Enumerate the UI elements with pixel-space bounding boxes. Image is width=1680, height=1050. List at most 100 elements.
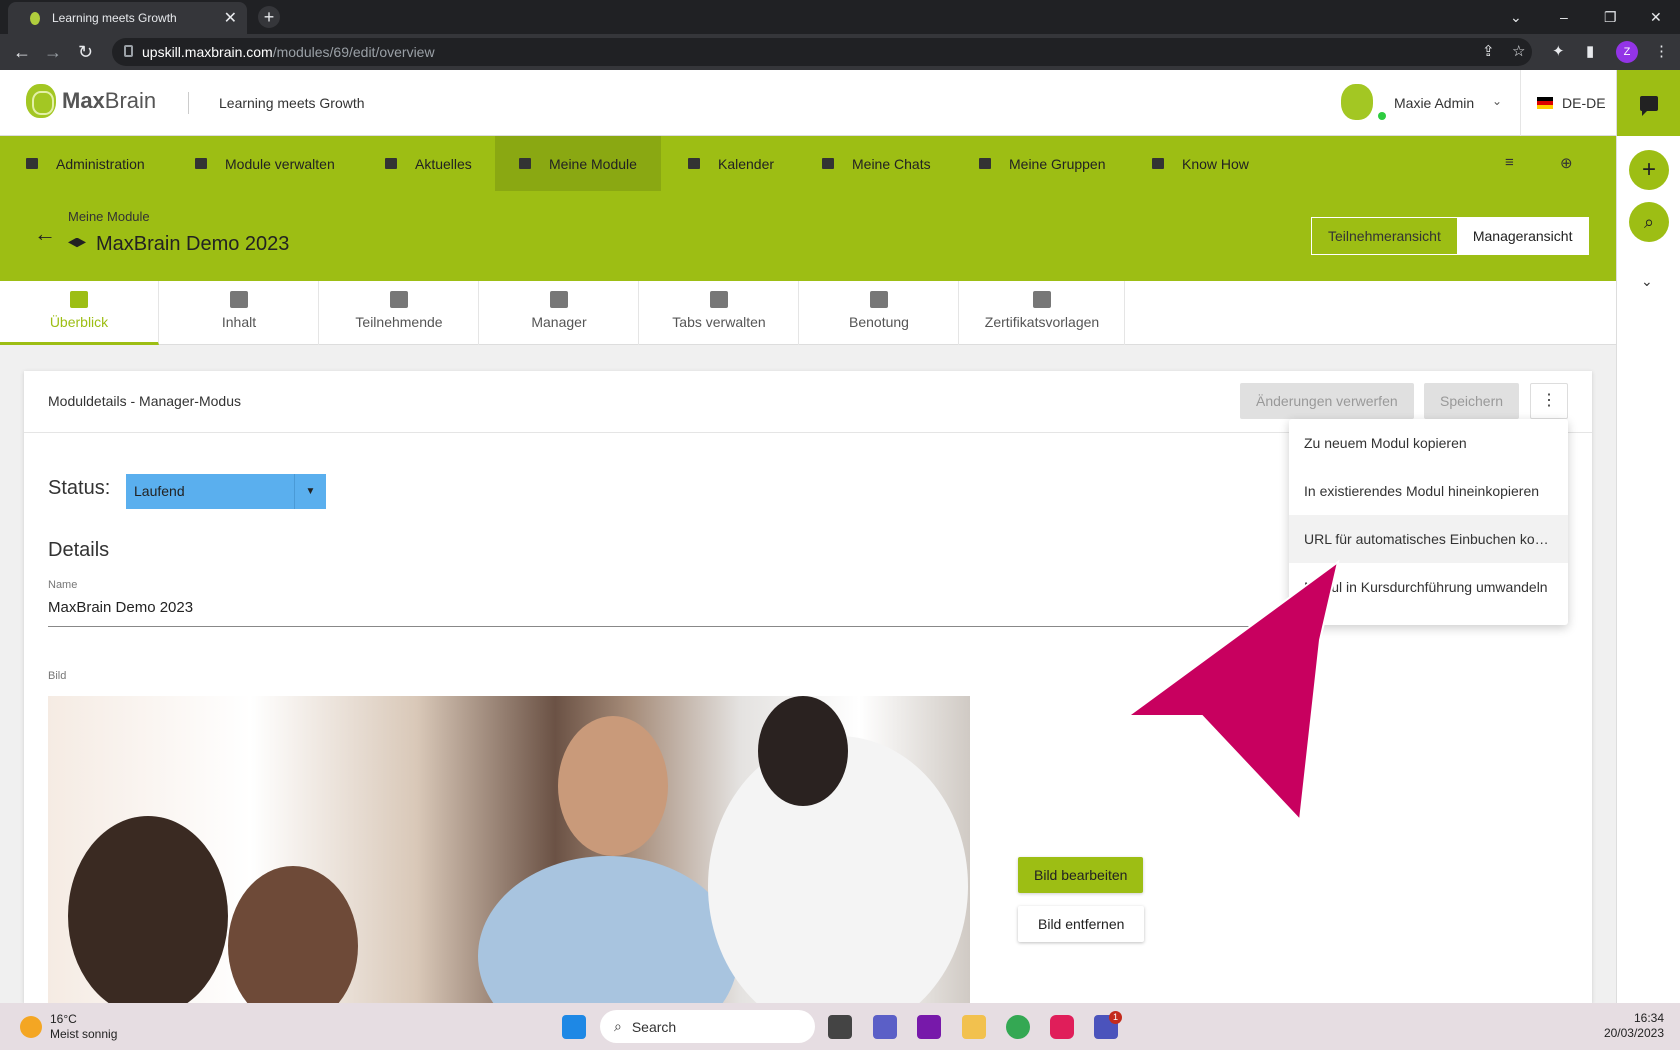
logo-text-max: Max — [62, 88, 105, 113]
tab-teilnehmende[interactable]: Teilnehmende — [320, 281, 479, 345]
search-button[interactable]: ⌕ — [1629, 202, 1669, 242]
browser-tab-title: Learning meets Growth — [52, 11, 177, 25]
profile-avatar[interactable]: Z — [1616, 41, 1638, 63]
side-panel-icon[interactable]: ▮ — [1586, 42, 1594, 60]
extensions-icon[interactable]: ✦ — [1552, 42, 1565, 60]
dropdown-arrow-icon[interactable]: ▼ — [294, 474, 326, 509]
tab-label: Zertifikatsvorlagen — [984, 314, 1100, 330]
close-tab-icon[interactable]: ✕ — [224, 8, 237, 28]
image-label: Bild — [48, 670, 67, 682]
forward-icon[interactable]: → — [44, 42, 62, 63]
close-window-icon[interactable]: ✕ — [1650, 0, 1662, 34]
calendar-icon — [688, 158, 700, 169]
tab-manager[interactable]: Manager — [480, 281, 639, 345]
more-options-icon[interactable]: ⋮ — [1530, 383, 1568, 419]
system-clock[interactable]: 16:34 20/03/2023 — [1604, 1011, 1664, 1041]
view-toggle: Teilnehmeransicht Manageransicht — [1311, 217, 1590, 255]
chevron-down-icon[interactable]: ⌄ — [1641, 273, 1653, 290]
browser-tab[interactable]: Learning meets Growth ✕ — [8, 2, 247, 34]
windows-start-icon[interactable] — [562, 1015, 586, 1039]
file-explorer-icon[interactable] — [962, 1015, 986, 1039]
search-label: Search — [631, 1018, 677, 1035]
tab-benotung[interactable]: Benotung — [800, 281, 959, 345]
user-avatar[interactable] — [1341, 84, 1373, 120]
menu-item-copy-new-module[interactable]: Zu neuem Modul kopieren — [1289, 419, 1568, 467]
chat-button[interactable] — [1617, 70, 1680, 136]
new-tab-button[interactable]: + — [258, 6, 280, 28]
remove-image-button[interactable]: Bild entfernen — [1018, 906, 1145, 942]
nav-item-meine-gruppen[interactable]: Meine Gruppen — [979, 136, 1106, 191]
card-title: Moduldetails - Manager-Modus — [48, 393, 241, 409]
reload-icon[interactable]: ↻ — [78, 42, 93, 63]
groups-icon — [979, 158, 991, 169]
tab-search-icon[interactable]: ⌄ — [1510, 0, 1522, 34]
sun-icon — [20, 1016, 42, 1038]
photo-person — [228, 866, 358, 1003]
logo-text-brain: Brain — [104, 88, 157, 113]
tab-label: Überblick — [49, 314, 109, 330]
nav-item-meine-chats[interactable]: Meine Chats — [822, 136, 931, 191]
participant-view-button[interactable]: Teilnehmeransicht — [1312, 218, 1457, 254]
nav-item-administration[interactable]: Administration — [26, 136, 145, 191]
tab-ueberblick[interactable]: Überblick — [0, 281, 159, 345]
onenote-icon[interactable] — [917, 1015, 941, 1039]
collapse-menu-icon[interactable]: ≡ — [1505, 154, 1514, 171]
teams-icon[interactable]: 1 — [1094, 1011, 1122, 1039]
save-button[interactable]: Speichern — [1424, 383, 1520, 419]
tab-tabs-verwalten[interactable]: Tabs verwalten — [640, 281, 799, 345]
maximize-icon[interactable]: ❐ — [1604, 0, 1617, 34]
user-name[interactable]: Maxie Admin — [1394, 95, 1474, 111]
book-icon — [1152, 158, 1164, 169]
maxbrain-logo[interactable]: Max Brain — [26, 84, 156, 118]
nav-item-meine-module[interactable]: Meine Module — [495, 136, 661, 191]
nav-item-aktuelles[interactable]: Aktuelles — [385, 136, 472, 191]
chat-icon — [822, 158, 834, 169]
module-tabs: Überblick Inhalt Teilnehmende Manager Ta… — [0, 281, 1616, 345]
modules-icon — [195, 158, 207, 169]
weather-widget[interactable]: 16°C Meist sonnig — [20, 1012, 117, 1042]
photo-person — [68, 816, 228, 1003]
page-title-text: MaxBrain Demo 2023 — [96, 233, 290, 255]
back-icon[interactable]: ← — [13, 42, 31, 63]
language-selector[interactable]: DE-DE — [1562, 95, 1606, 111]
task-view-icon[interactable] — [828, 1015, 852, 1039]
nav-item-module-verwalten[interactable]: Module verwalten — [195, 136, 335, 191]
add-circle-icon[interactable]: ⊕ — [1560, 154, 1573, 172]
url-field[interactable]: upskill.maxbrain.com/modules/69/edit/ove… — [112, 38, 1532, 66]
discard-changes-button[interactable]: Änderungen verwerfen — [1240, 383, 1414, 419]
main-navigation: Administration Module verwalten Aktuelle… — [0, 136, 1616, 191]
tab-zertifikatsvorlagen[interactable]: Zertifikatsvorlagen — [960, 281, 1125, 345]
browser-menu-icon[interactable]: ⋮ — [1654, 42, 1669, 60]
dashboard-icon — [70, 291, 88, 308]
manager-icon — [550, 291, 568, 308]
menu-item-copy-enrol-url[interactable]: URL für automatisches Einbuchen kop… — [1289, 515, 1568, 563]
online-status-icon — [1378, 112, 1386, 120]
menu-item-copy-existing-module[interactable]: In existierendes Modul hineinkopieren — [1289, 467, 1568, 515]
nav-item-know-how[interactable]: Know How — [1152, 136, 1249, 191]
bookmark-star-icon[interactable]: ☆ — [1512, 42, 1525, 60]
clock-time: 16:34 — [1633, 1011, 1664, 1025]
share-icon[interactable]: ⇪ — [1482, 42, 1495, 60]
photo-person — [478, 856, 738, 1003]
slack-icon[interactable] — [1050, 1015, 1074, 1039]
menu-item-convert-course[interactable]: Modul in Kursdurchführung umwandeln — [1289, 563, 1568, 611]
graduation-cap-icon — [68, 237, 86, 248]
add-button[interactable]: + — [1629, 150, 1669, 190]
edit-image-button[interactable]: Bild bearbeiten — [1018, 857, 1144, 893]
breadcrumb[interactable]: Meine Module — [68, 209, 150, 224]
minimize-icon[interactable]: – — [1560, 0, 1568, 34]
status-select[interactable]: Laufend ▼ — [126, 474, 326, 509]
name-field[interactable]: MaxBrain Demo 2023 — [48, 599, 1268, 627]
chevron-down-icon[interactable]: ⌄ — [1492, 94, 1502, 108]
news-icon — [385, 158, 397, 169]
back-arrow-icon[interactable]: ← — [34, 221, 56, 247]
teams-chat-icon[interactable] — [873, 1015, 897, 1039]
lock-icon — [124, 45, 133, 57]
tab-label: Manager — [531, 314, 587, 330]
manager-view-button[interactable]: Manageransicht — [1456, 218, 1589, 254]
nav-item-kalender[interactable]: Kalender — [688, 136, 774, 191]
taskbar-search[interactable]: ⌕ Search — [600, 1010, 815, 1043]
german-flag-icon[interactable] — [1537, 97, 1553, 109]
tab-inhalt[interactable]: Inhalt — [160, 281, 319, 345]
chrome-icon[interactable] — [1006, 1015, 1030, 1039]
